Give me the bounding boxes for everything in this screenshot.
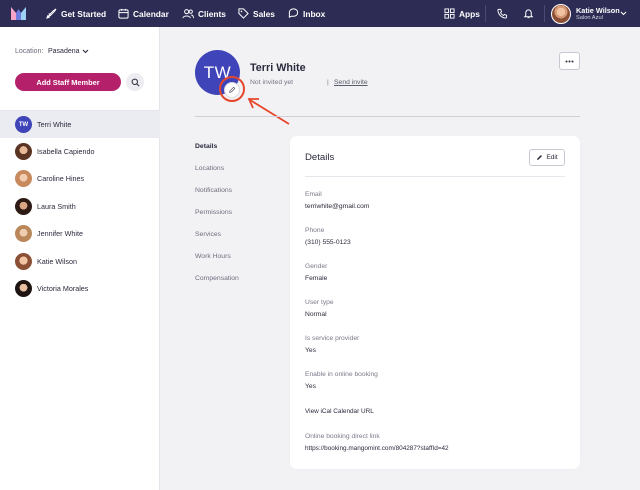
- nav-get-started-label: Get Started: [61, 8, 107, 19]
- staff-name: Terri White: [37, 120, 72, 129]
- field-label-gender: Gender: [305, 263, 328, 270]
- more-options-button[interactable]: [559, 52, 580, 70]
- subnav-locations[interactable]: Locations: [195, 165, 224, 172]
- staff-name: Laura Smith: [37, 202, 76, 211]
- subnav-work-hours[interactable]: Work Hours: [195, 253, 231, 260]
- user-business-name: Salon Azul: [576, 15, 603, 21]
- nav-calendar-label: Calendar: [133, 8, 169, 19]
- edit-label: Edit: [546, 154, 558, 161]
- nav-divider: [544, 5, 545, 22]
- field-label-email: Email: [305, 191, 322, 198]
- nav-apps[interactable]: Apps: [444, 0, 480, 27]
- field-value-online-booking: Yes: [305, 383, 316, 390]
- rocket-icon: [46, 8, 57, 19]
- bell-icon: [523, 9, 534, 19]
- card-divider: [305, 176, 565, 177]
- avatar: [15, 143, 32, 160]
- send-invite-link[interactable]: Send invite: [334, 79, 368, 86]
- apps-grid-icon: [444, 8, 455, 19]
- staff-item-victoria-morales[interactable]: Victoria Morales: [0, 275, 160, 302]
- annotation-highlight-circle: [219, 76, 245, 102]
- staff-name: Katie Wilson: [37, 257, 77, 266]
- staff-item-isabella-capiendo[interactable]: Isabella Capiendo: [0, 138, 160, 165]
- avatar: TW: [15, 116, 32, 133]
- avatar: [15, 170, 32, 187]
- field-value-phone: (310) 555-0123: [305, 239, 351, 246]
- phone-button[interactable]: [497, 0, 512, 27]
- avatar: [15, 280, 32, 297]
- staff-item-terri-white[interactable]: TW Terri White: [0, 111, 160, 138]
- field-value-service-provider: Yes: [305, 347, 316, 354]
- calendar-icon: [118, 8, 129, 19]
- nav-inbox[interactable]: Inbox: [288, 0, 325, 27]
- details-title: Details: [305, 152, 335, 163]
- subnav-details[interactable]: Details: [195, 143, 217, 150]
- staff-name: Isabella Capiendo: [37, 147, 95, 156]
- ical-calendar-link[interactable]: View iCal Calendar URL: [305, 408, 374, 415]
- details-card: Details Edit Email terriwhite@gmail.com …: [290, 136, 580, 469]
- user-name[interactable]: Katie Wilson: [576, 6, 620, 15]
- field-label-user-type: User type: [305, 299, 334, 306]
- avatar: [15, 225, 32, 242]
- staff-sidebar: Location: Pasadena Add Staff Member TW T…: [0, 27, 160, 490]
- invite-separator: |: [327, 79, 329, 86]
- phone-icon: [497, 8, 508, 19]
- clients-icon: [182, 9, 194, 19]
- field-label-phone: Phone: [305, 227, 325, 234]
- field-value-email: terriwhite@gmail.com: [305, 203, 370, 210]
- search-button[interactable]: [126, 73, 144, 91]
- field-label-online-booking: Enable in online booking: [305, 371, 378, 378]
- more-horizontal-icon: [565, 60, 574, 62]
- profile-name: Terri White: [250, 62, 306, 74]
- nav-sales[interactable]: Sales: [238, 0, 275, 27]
- header-divider: [195, 116, 580, 117]
- staff-name: Jennifer White: [37, 229, 83, 238]
- field-label-booking-link: Online booking direct link: [305, 433, 380, 440]
- subnav-permissions[interactable]: Permissions: [195, 209, 232, 216]
- subnav-notifications[interactable]: Notifications: [195, 187, 232, 194]
- subnav-compensation[interactable]: Compensation: [195, 275, 239, 282]
- edit-button[interactable]: Edit: [529, 149, 565, 166]
- field-label-service-provider: Is service provider: [305, 335, 360, 342]
- field-value-gender: Female: [305, 275, 328, 282]
- field-value-user-type: Normal: [305, 311, 327, 318]
- avatar: [15, 253, 32, 270]
- nav-calendar[interactable]: Calendar: [118, 0, 169, 27]
- booking-direct-link[interactable]: https://booking.mangomint.com/804287?sta…: [305, 445, 449, 452]
- nav-clients[interactable]: Clients: [182, 0, 226, 27]
- tag-icon: [238, 8, 249, 19]
- nav-inbox-label: Inbox: [303, 8, 326, 19]
- staff-name: Victoria Morales: [37, 284, 89, 293]
- nav-sales-label: Sales: [253, 8, 275, 19]
- search-icon: [131, 78, 139, 86]
- location-label: Location:: [15, 48, 44, 55]
- location-selector[interactable]: Pasadena: [48, 48, 80, 55]
- staff-item-caroline-hines[interactable]: Caroline Hines: [0, 165, 160, 192]
- staff-item-katie-wilson[interactable]: Katie Wilson: [0, 248, 160, 275]
- add-staff-member-button[interactable]: Add Staff Member: [15, 73, 121, 91]
- subnav-services[interactable]: Services: [195, 231, 221, 238]
- notifications-button[interactable]: [523, 0, 538, 27]
- nav-clients-label: Clients: [198, 8, 226, 19]
- invite-status: Not invited yet: [250, 79, 294, 86]
- inbox-icon: [288, 8, 299, 18]
- nav-get-started[interactable]: Get Started: [46, 0, 106, 27]
- chevron-down-icon[interactable]: [620, 11, 627, 16]
- avatar: [15, 198, 32, 215]
- nav-divider: [485, 5, 486, 22]
- chevron-down-icon[interactable]: [82, 49, 89, 54]
- staff-name: Caroline Hines: [37, 174, 85, 183]
- mangomint-logo-icon[interactable]: [10, 6, 27, 21]
- user-avatar[interactable]: [551, 4, 571, 24]
- nav-apps-label: Apps: [459, 8, 480, 19]
- staff-item-laura-smith[interactable]: Laura Smith: [0, 193, 160, 220]
- top-nav-bar: Get Started Calendar Clients Sales Inbox…: [0, 0, 640, 27]
- pencil-icon: [537, 155, 543, 160]
- staff-item-jennifer-white[interactable]: Jennifer White: [0, 220, 160, 247]
